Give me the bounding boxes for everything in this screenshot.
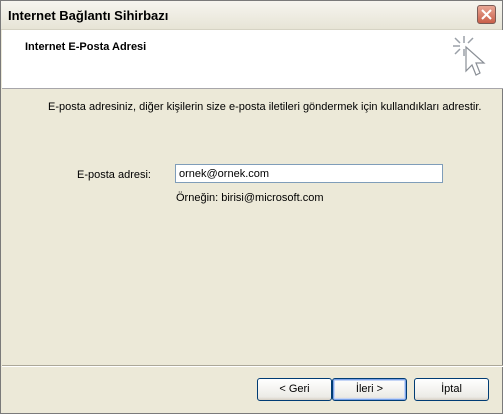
back-button[interactable]: < Geri: [257, 378, 332, 401]
next-button[interactable]: İleri >: [332, 378, 407, 401]
description-text: E-posta adresiniz, diğer kişilerin size …: [48, 101, 482, 113]
email-label: E-posta adresi:: [77, 169, 151, 181]
wizard-header: Internet E-Posta Adresi: [2, 30, 503, 89]
window-title: Internet Bağlantı Sihirbazı: [8, 8, 169, 23]
title-bar[interactable]: Internet Bağlantı Sihirbazı: [1, 1, 502, 30]
wizard-window: Internet Bağlantı Sihirbazı Internet E-P…: [0, 0, 503, 414]
close-icon: [481, 9, 492, 20]
separator: [2, 365, 503, 367]
wizard-cursor-icon: [453, 36, 486, 76]
close-button[interactable]: [477, 5, 496, 24]
example-text: Örneğin: birisi@microsoft.com: [176, 192, 324, 204]
cancel-button[interactable]: İptal: [414, 378, 489, 401]
page-title: Internet E-Posta Adresi: [25, 41, 147, 53]
email-field[interactable]: [175, 164, 443, 183]
